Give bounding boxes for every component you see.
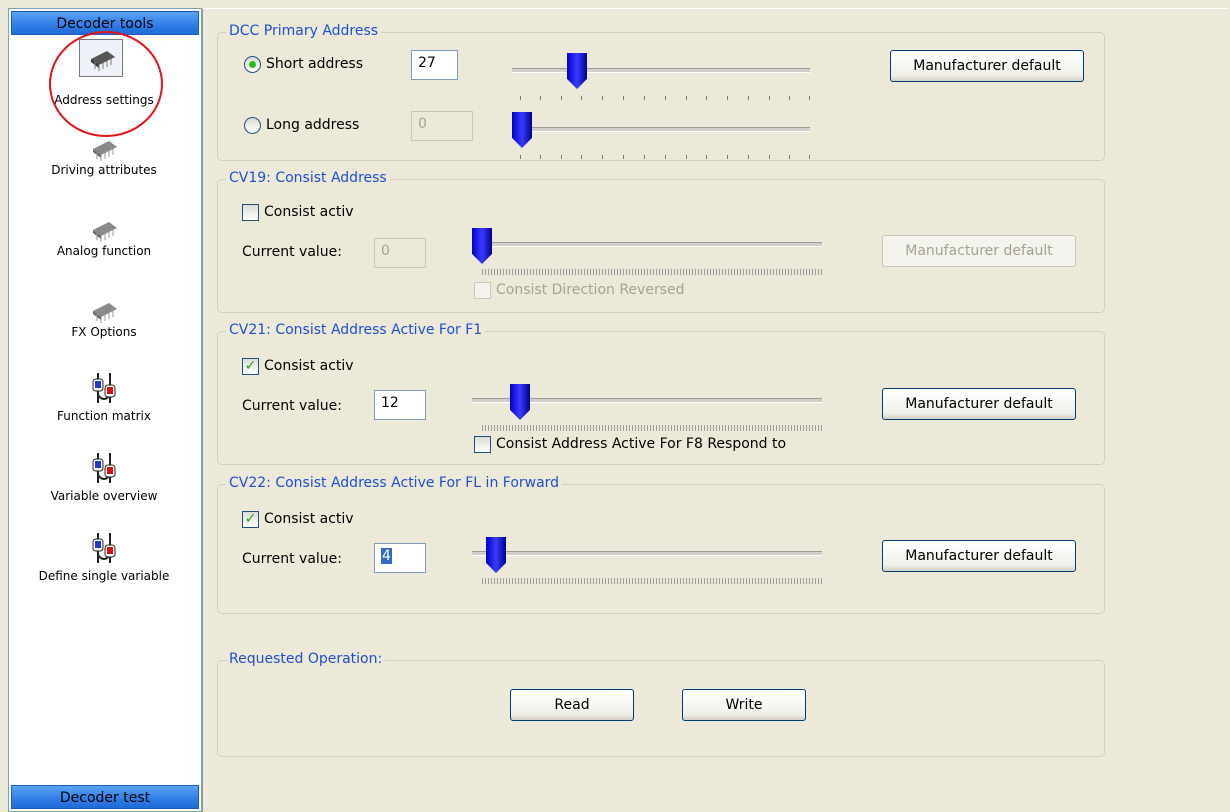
tool-analog-function[interactable]: Analog function xyxy=(9,216,199,258)
cv22-current-value-label: Current value: xyxy=(242,551,342,567)
cv21-consist-label[interactable]: Consist activ xyxy=(264,358,354,374)
cv19-current-value-input[interactable]: 0 xyxy=(374,238,426,268)
short-address-input[interactable]: 27 xyxy=(411,50,458,80)
cv21-current-value-input[interactable]: 12 xyxy=(374,390,426,420)
tool-label: Variable overview xyxy=(50,489,158,503)
group-title: Requested Operation: xyxy=(226,651,386,667)
cv22-current-value-input[interactable]: 4 xyxy=(374,543,426,573)
tool-label: Driving attributes xyxy=(51,163,157,177)
decoder-tools-sidebar: Decoder tools Address settings Driving a… xyxy=(8,8,202,812)
requested-operation-group: Requested Operation: Read Write xyxy=(217,651,1105,757)
short-address-slider-track[interactable] xyxy=(512,68,810,73)
cv19-consist-checkbox[interactable] xyxy=(242,204,259,221)
slider-ticks xyxy=(482,269,822,275)
cv19-current-value-label: Current value: xyxy=(242,244,342,260)
short-address-label[interactable]: Short address xyxy=(266,56,363,72)
tool-variable-overview[interactable]: Variable overview xyxy=(9,451,199,503)
decoder-chip-icon xyxy=(93,222,117,242)
long-address-label[interactable]: Long address xyxy=(266,117,359,133)
cv19-slider-thumb[interactable] xyxy=(472,228,492,264)
highlight-circle xyxy=(49,31,163,137)
cv22-consist-checkbox[interactable]: ✓ xyxy=(242,511,259,528)
long-address-slider-track[interactable] xyxy=(512,127,810,132)
short-address-slider-thumb[interactable] xyxy=(567,53,587,89)
dcc-manufacturer-default-button[interactable]: Manufacturer default xyxy=(890,50,1084,82)
decoder-test-header[interactable]: Decoder test xyxy=(11,785,199,809)
cv21-current-value-label: Current value: xyxy=(242,398,342,414)
cv21-f8-label[interactable]: Consist Address Active For F8 Respond to xyxy=(496,436,786,452)
slider-ticks xyxy=(520,96,810,102)
cv19-direction-reversed-checkbox[interactable] xyxy=(474,282,491,299)
tool-label: Analog function xyxy=(56,244,152,258)
slider-ticks xyxy=(482,578,822,584)
tool-define-single-variable[interactable]: Define single variable xyxy=(9,531,199,583)
matrix-ab-icon xyxy=(92,533,116,563)
cv19-consist-label[interactable]: Consist activ xyxy=(264,204,354,220)
decoder-chip-icon xyxy=(93,303,117,323)
read-button[interactable]: Read xyxy=(510,689,634,721)
group-title: CV21: Consist Address Active For F1 xyxy=(226,322,486,338)
short-address-radio[interactable] xyxy=(244,56,261,73)
cv21-consist-address-group: CV21: Consist Address Active For F1 ✓ Co… xyxy=(217,322,1105,465)
tool-label: Function matrix xyxy=(57,409,151,423)
group-title: CV19: Consist Address xyxy=(226,170,390,186)
cv19-manufacturer-default-button[interactable]: Manufacturer default xyxy=(882,235,1076,267)
tool-function-matrix[interactable]: Function matrix xyxy=(9,371,199,423)
matrix-ab-icon xyxy=(92,373,116,403)
cv21-manufacturer-default-button[interactable]: Manufacturer default xyxy=(882,388,1076,420)
group-title: DCC Primary Address xyxy=(226,23,382,39)
matrix-ab-icon xyxy=(92,453,116,483)
tool-label: Define single variable xyxy=(38,569,170,583)
dcc-primary-address-group: DCC Primary Address Short address 27 Man… xyxy=(217,23,1105,161)
decoder-chip-icon xyxy=(93,141,117,161)
slider-ticks xyxy=(520,155,810,161)
cv22-slider-thumb[interactable] xyxy=(486,537,506,573)
write-button[interactable]: Write xyxy=(682,689,806,721)
cv19-slider-track[interactable] xyxy=(472,242,822,247)
tool-label: FX Options xyxy=(71,325,137,339)
cv22-slider-track[interactable] xyxy=(472,551,822,556)
slider-ticks xyxy=(482,425,822,431)
cv22-consist-address-group: CV22: Consist Address Active For FL in F… xyxy=(217,475,1105,614)
main-panel: DCC Primary Address Short address 27 Man… xyxy=(202,8,1228,812)
long-address-slider-thumb[interactable] xyxy=(512,112,532,148)
cv22-manufacturer-default-button[interactable]: Manufacturer default xyxy=(882,540,1076,572)
cv19-consist-address-group: CV19: Consist Address Consist activ Curr… xyxy=(217,170,1105,313)
cv21-slider-thumb[interactable] xyxy=(510,384,530,420)
tool-fx-options[interactable]: FX Options xyxy=(9,297,199,339)
long-address-radio[interactable] xyxy=(244,117,261,134)
cv21-f8-checkbox[interactable] xyxy=(474,436,491,453)
long-address-input[interactable]: 0 xyxy=(411,111,473,141)
group-title: CV22: Consist Address Active For FL in F… xyxy=(226,475,563,491)
cv21-consist-checkbox[interactable]: ✓ xyxy=(242,358,259,375)
cv19-direction-reversed-label[interactable]: Consist Direction Reversed xyxy=(496,282,685,298)
tool-driving-attributes[interactable]: Driving attributes xyxy=(9,135,199,177)
cv22-consist-label[interactable]: Consist activ xyxy=(264,511,354,527)
